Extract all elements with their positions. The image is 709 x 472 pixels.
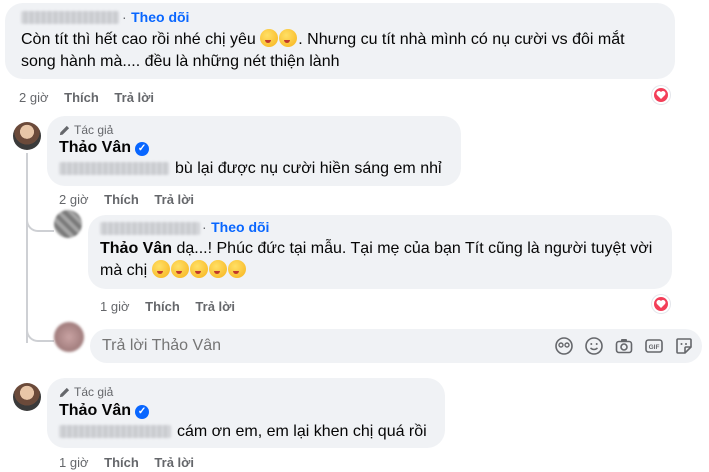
verified-icon: ✓	[135, 142, 150, 156]
follow-row: · Theo dõi	[122, 9, 190, 25]
author-name[interactable]: Thảo Vân ✓	[59, 139, 150, 157]
kiss-emoji-icon	[170, 260, 189, 278]
current-user-avatar[interactable]	[54, 322, 84, 352]
sticker-icon[interactable]	[674, 336, 694, 356]
comment-actions: 2 giờ Thích Trả lời	[19, 90, 166, 105]
comment-actions: 1 giờ Thích Trả lời	[59, 455, 206, 470]
redacted-commenter-name	[100, 222, 200, 235]
reply-button[interactable]: Trả lời	[195, 299, 235, 314]
kiss-emoji-icon	[189, 260, 208, 278]
like-button[interactable]: Thích	[104, 192, 139, 207]
reply-input[interactable]	[90, 337, 544, 355]
avatar-sticker-icon[interactable]	[554, 336, 574, 356]
follow-link[interactable]: Theo dõi	[211, 219, 269, 235]
reply-input-box[interactable]: GIF	[90, 329, 702, 363]
comment-text: Thảo Vân dạ...! Phúc đức tại mẫu. Tại mẹ…	[100, 240, 653, 257]
verified-icon: ✓	[135, 405, 150, 419]
follow-link[interactable]: Theo dõi	[131, 9, 189, 25]
svg-text:GIF: GIF	[649, 344, 660, 351]
comment-actions: 2 giờ Thích Trả lời	[59, 192, 206, 207]
camera-icon[interactable]	[614, 336, 634, 356]
timestamp[interactable]: 2 giờ	[19, 90, 49, 105]
pencil-icon	[59, 387, 70, 397]
comment-text: cám ơn em, em lại khen chị quá rồi	[177, 423, 427, 440]
emoji-icon[interactable]	[584, 336, 604, 356]
love-reaction-icon[interactable]	[652, 295, 670, 313]
thread-branch	[26, 316, 54, 342]
kiss-emoji-icon	[227, 260, 246, 278]
grin-emoji-icon	[208, 260, 227, 278]
comment-text: Còn tít thì hết cao rồi nhé chị yêu . Nh…	[21, 29, 625, 48]
commenter-avatar[interactable]	[54, 210, 82, 238]
redacted-mention	[59, 162, 169, 175]
like-button[interactable]: Thích	[104, 455, 139, 470]
gif-icon[interactable]: GIF	[644, 336, 664, 356]
thread-branch	[26, 208, 54, 232]
timestamp[interactable]: 1 giờ	[59, 455, 89, 470]
author-avatar[interactable]	[13, 122, 41, 150]
comment-text: bù lại được nụ cười hiền sáng em nhỉ	[175, 160, 442, 177]
laugh-emoji-icon	[279, 29, 298, 47]
pencil-icon	[59, 125, 70, 135]
author-avatar[interactable]	[13, 383, 41, 411]
author-badge: Tác giả	[59, 385, 113, 399]
kiss-emoji-icon	[260, 29, 279, 47]
love-reaction-icon[interactable]	[652, 86, 670, 104]
kiss-emoji-icon	[151, 260, 170, 278]
redacted-commenter-name	[21, 11, 119, 24]
comment-actions: 1 giờ Thích Trả lời	[100, 299, 247, 314]
redacted-mention	[59, 425, 171, 438]
author-badge: Tác giả	[59, 123, 113, 137]
mention-link[interactable]: Thảo Vân	[100, 240, 172, 257]
comment-text-line2: mà chị	[100, 260, 247, 282]
reply-button[interactable]: Trả lời	[114, 90, 154, 105]
timestamp[interactable]: 2 giờ	[59, 192, 89, 207]
like-button[interactable]: Thích	[145, 299, 180, 314]
reply-button[interactable]: Trả lời	[154, 455, 194, 470]
reply-button[interactable]: Trả lời	[154, 192, 194, 207]
like-button[interactable]: Thích	[64, 90, 99, 105]
comment-text-line2: song hành mà.... đều là những nét thiện …	[21, 53, 340, 70]
follow-row: · Theo dõi	[202, 219, 270, 235]
timestamp[interactable]: 1 giờ	[100, 299, 130, 314]
author-name[interactable]: Thảo Vân ✓	[59, 402, 150, 420]
